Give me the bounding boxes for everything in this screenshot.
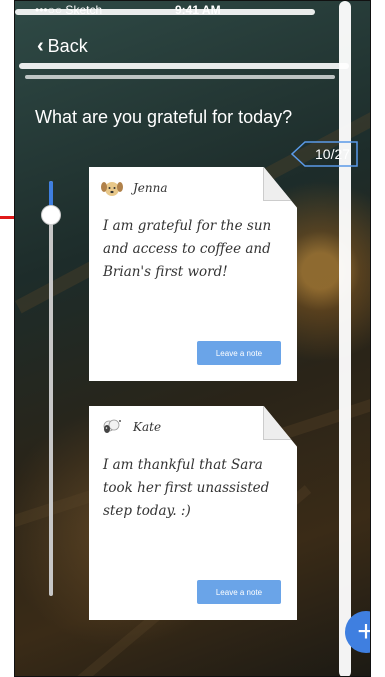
- leave-note-button[interactable]: Leave a note: [197, 580, 281, 604]
- chevron-left-icon: ‹: [37, 35, 44, 57]
- back-button[interactable]: ‹ Back: [37, 35, 88, 58]
- phone-screen: •••○○ Sketch 9:41 AM ‹ Back What are you…: [14, 0, 371, 677]
- counter-badge: 10/27: [291, 141, 361, 167]
- gratitude-card: Jenna I am grateful for the sun and acce…: [89, 167, 297, 381]
- card-author: Jenna: [133, 181, 168, 195]
- card-message: I am thankful that Sara took her first u…: [103, 457, 270, 519]
- annotation-marker: [0, 216, 14, 219]
- scroll-slider-track[interactable]: [49, 181, 53, 596]
- scribble-mark: [339, 1, 351, 676]
- scroll-slider-thumb[interactable]: [41, 205, 61, 225]
- scribble-mark: [15, 9, 315, 15]
- scribble-mark: [25, 75, 335, 79]
- back-label: Back: [47, 36, 88, 56]
- card-message: I am grateful for the sun and access to …: [103, 218, 272, 280]
- scribble-mark: [19, 63, 349, 69]
- leave-note-button[interactable]: Leave a note: [197, 341, 281, 365]
- counter-text: 10/27: [315, 146, 351, 162]
- card-author: Kate: [133, 420, 162, 434]
- plus-icon: +: [357, 615, 370, 649]
- dog-avatar-icon: [101, 182, 123, 196]
- sheep-avatar-icon: [103, 419, 121, 433]
- page-title: What are you grateful for today?: [35, 107, 293, 127]
- gratitude-card: Kate I am thankful that Sara took her fi…: [89, 406, 297, 620]
